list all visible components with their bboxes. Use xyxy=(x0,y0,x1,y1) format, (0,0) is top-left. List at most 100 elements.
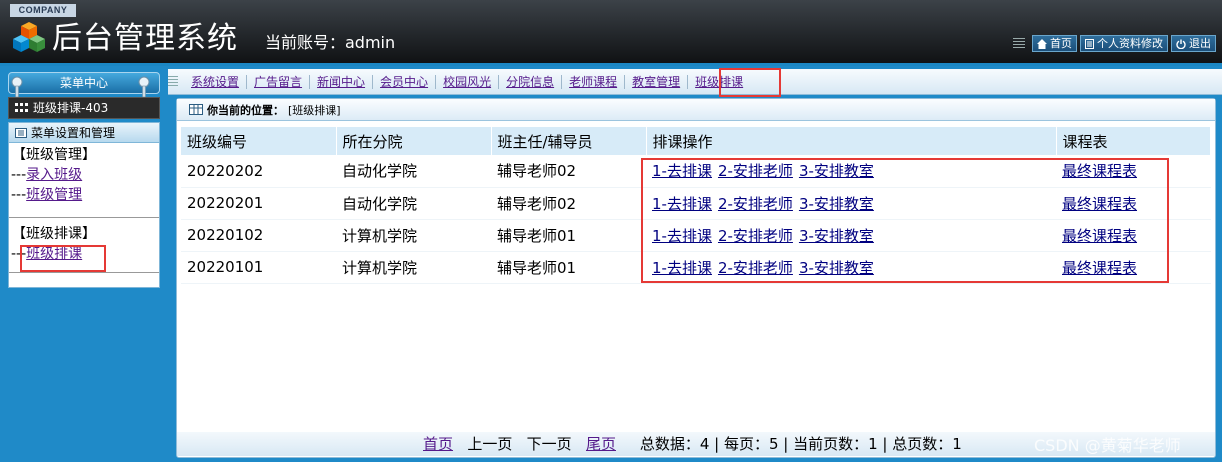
col-schedule-ops: 排课操作 xyxy=(646,127,1057,155)
grip-icon xyxy=(168,75,178,88)
header: COMPANY 后台管理系统 当前账号：admin 首页 个人资料修改 退出 xyxy=(0,0,1222,66)
menu-panel-header: 菜单设置和管理 xyxy=(9,123,159,143)
assign-teacher-link[interactable]: 2-安排老师 xyxy=(718,195,793,213)
table-row: 20220101 计算机学院 辅导老师01 1-去排课 2-安排老师 3-安排教室 … xyxy=(181,251,1211,284)
logo-cubes-icon xyxy=(13,22,45,52)
next-page: 下一页 xyxy=(526,435,572,453)
prev-page: 上一页 xyxy=(467,435,513,453)
menu-link-class-manage[interactable]: 班级管理 xyxy=(26,187,82,203)
class-id: 20220101 xyxy=(181,251,336,284)
col-college: 所在分院 xyxy=(336,127,492,155)
nav-system-settings[interactable]: 系统设置 xyxy=(184,74,248,89)
col-timetable: 课程表 xyxy=(1056,127,1211,155)
col-teacher: 班主任/辅导员 xyxy=(491,127,647,155)
assign-teacher-link[interactable]: 2-安排老师 xyxy=(718,162,793,180)
nav-members[interactable]: 会员中心 xyxy=(373,74,437,89)
breadcrumb: 你当前的位置： [班级排课] xyxy=(177,99,1215,121)
menu-item-prefix: --- xyxy=(11,187,27,203)
app-title: 后台管理系统 xyxy=(52,21,238,56)
location-grid-icon xyxy=(189,104,203,115)
table-header-row: 班级编号 所在分院 班主任/辅导员 排课操作 课程表 xyxy=(181,127,1211,155)
home-label: 首页 xyxy=(1050,37,1072,50)
teacher: 辅导老师02 xyxy=(491,155,646,188)
go-schedule-link[interactable]: 1-去排课 xyxy=(652,162,712,180)
schedule-ops: 1-去排课 2-安排老师 3-安排教室 xyxy=(646,187,1056,220)
menu-item: ---班级排课 xyxy=(9,244,159,264)
timetable: 最终课程表 xyxy=(1056,219,1211,252)
assign-classroom-link[interactable]: 3-安排教室 xyxy=(799,162,874,180)
document-icon xyxy=(1085,38,1094,49)
final-timetable-link[interactable]: 最终课程表 xyxy=(1062,227,1137,245)
teacher: 辅导老师01 xyxy=(491,251,646,284)
logout-button[interactable]: 退出 xyxy=(1171,35,1216,52)
menu-link-add-class[interactable]: 录入班级 xyxy=(26,167,82,183)
logout-label: 退出 xyxy=(1189,37,1211,50)
menu-panel-icon xyxy=(15,127,27,138)
profile-edit-label: 个人资料修改 xyxy=(1097,37,1163,50)
power-icon xyxy=(1176,39,1186,49)
home-button[interactable]: 首页 xyxy=(1032,35,1077,52)
assign-teacher-link[interactable]: 2-安排老师 xyxy=(718,259,793,277)
college: 计算机学院 xyxy=(336,219,491,252)
assign-classroom-link[interactable]: 3-安排教室 xyxy=(799,195,874,213)
nav-ad-messages[interactable]: 广告留言 xyxy=(247,74,311,89)
nav-class-schedule[interactable]: 班级排课 xyxy=(688,75,750,89)
college: 自动化学院 xyxy=(336,187,491,220)
header-links: 首页 个人资料修改 退出 xyxy=(1013,35,1216,52)
menu-divider xyxy=(9,217,159,218)
menu-link-class-schedule[interactable]: 班级排课 xyxy=(26,246,82,262)
timetable: 最终课程表 xyxy=(1056,187,1211,220)
nav-classroom-manage[interactable]: 教室管理 xyxy=(625,74,689,89)
class-table: 班级编号 所在分院 班主任/辅导员 排课操作 课程表 20220202 自动化学… xyxy=(181,127,1211,284)
table-row: 20220102 计算机学院 辅导老师01 1-去排课 2-安排老师 3-安排教室 … xyxy=(181,219,1211,252)
menu-item-prefix: --- xyxy=(11,246,27,262)
class-id: 20220102 xyxy=(181,219,336,252)
assign-classroom-link[interactable]: 3-安排教室 xyxy=(799,259,874,277)
first-page-link[interactable]: 首页 xyxy=(423,435,453,453)
assign-teacher-link[interactable]: 2-安排老师 xyxy=(718,227,793,245)
top-nav: 系统设置 广告留言 新闻中心 会员中心 校园风光 分院信息 老师课程 教室管理 … xyxy=(168,69,1222,95)
timetable: 最终课程表 xyxy=(1056,155,1211,188)
nav-campus[interactable]: 校园风光 xyxy=(436,74,500,89)
col-class-id: 班级编号 xyxy=(181,127,337,155)
menu-item: ---班级管理 xyxy=(9,185,159,205)
class-id: 20220202 xyxy=(181,155,336,188)
nav-teacher-courses[interactable]: 老师课程 xyxy=(562,74,626,89)
college: 计算机学院 xyxy=(336,251,491,284)
college: 自动化学院 xyxy=(336,155,491,188)
teacher: 辅导老师01 xyxy=(491,219,646,252)
teacher: 辅导老师02 xyxy=(491,187,646,220)
final-timetable-link[interactable]: 最终课程表 xyxy=(1062,259,1137,277)
company-badge: COMPANY xyxy=(10,4,76,17)
go-schedule-link[interactable]: 1-去排课 xyxy=(652,227,712,245)
menu-item-prefix: --- xyxy=(11,167,27,183)
menu-panel-title: 菜单设置和管理 xyxy=(31,126,116,140)
table-row: 20220201 自动化学院 辅导老师02 1-去排课 2-安排老师 3-安排教室 … xyxy=(181,187,1211,220)
go-schedule-link[interactable]: 1-去排课 xyxy=(652,259,712,277)
assign-classroom-link[interactable]: 3-安排教室 xyxy=(799,227,874,245)
grip-icon xyxy=(1013,37,1025,50)
last-page-link[interactable]: 尾页 xyxy=(586,435,616,453)
home-icon xyxy=(1037,38,1047,49)
menu-item: ---录入班级 xyxy=(9,165,159,185)
sidebar: 菜单中心 班级排课-403 菜单设置和管理 【班级管理】 ---录入班级 ---… xyxy=(0,66,168,462)
menu-group-title: 【班级排课】 xyxy=(12,226,96,242)
table-row: 20220202 自动化学院 辅导老师02 1-去排课 2-安排老师 3-安排教室 … xyxy=(181,155,1211,188)
class-id: 20220201 xyxy=(181,187,336,220)
timetable: 最终课程表 xyxy=(1056,251,1211,284)
pin-icon xyxy=(138,76,150,98)
grid-icon xyxy=(15,103,28,112)
current-menu-item: 班级排课-403 xyxy=(8,97,160,119)
final-timetable-link[interactable]: 最终课程表 xyxy=(1062,195,1137,213)
pin-icon xyxy=(11,76,23,98)
nav-college-info[interactable]: 分院信息 xyxy=(499,74,563,89)
current-account: 当前账号：admin xyxy=(265,33,396,52)
go-schedule-link[interactable]: 1-去排课 xyxy=(652,195,712,213)
pagination-summary: 总数据：4 | 每页：5 | 当前页数：1 | 总页数：1 xyxy=(639,435,962,453)
schedule-ops: 1-去排课 2-安排老师 3-安排教室 xyxy=(646,251,1056,284)
schedule-ops: 1-去排课 2-安排老师 3-安排教室 xyxy=(646,155,1056,188)
final-timetable-link[interactable]: 最终课程表 xyxy=(1062,162,1137,180)
profile-edit-button[interactable]: 个人资料修改 xyxy=(1080,35,1168,52)
current-menu-label: 班级排课-403 xyxy=(33,101,109,115)
nav-news[interactable]: 新闻中心 xyxy=(310,74,374,89)
